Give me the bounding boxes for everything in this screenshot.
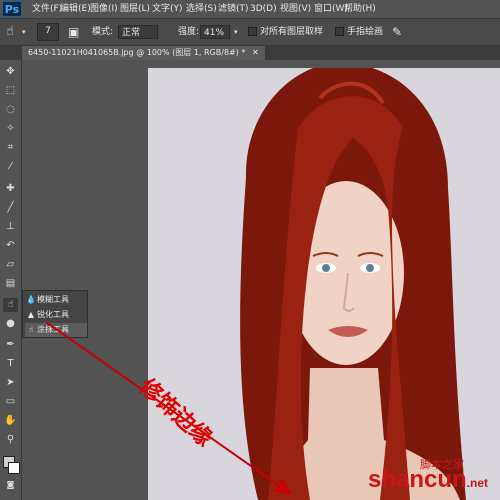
blur-tool-label: 模糊工具 xyxy=(37,295,69,304)
document-tab[interactable]: 6450-11021H041065B.jpg @ 100% (图层 1, RGB… xyxy=(22,46,265,60)
path-selection-tool-icon[interactable]: ➤ xyxy=(3,376,18,390)
healing-brush-tool-icon[interactable]: ✚ xyxy=(3,182,18,196)
zoom-tool-icon[interactable]: ⚲ xyxy=(3,433,18,447)
menu-select[interactable]: 选择(S) xyxy=(186,0,217,18)
menu-edit[interactable]: 编辑(E) xyxy=(60,0,91,18)
finger-painting-checkbox[interactable] xyxy=(335,27,344,36)
close-icon[interactable]: ✕ xyxy=(252,48,259,57)
sharpen-tool-label: 锐化工具 xyxy=(37,310,69,319)
sharpen-tool-menu-item[interactable]: ▲ 锐化工具 xyxy=(25,308,87,322)
eraser-tool-icon[interactable]: ▱ xyxy=(3,258,18,272)
smudge-tool-icon: ☝ xyxy=(28,325,34,334)
watermark-domain: .net xyxy=(466,476,489,490)
marquee-tool-icon[interactable]: ⬚ xyxy=(3,84,18,98)
history-brush-tool-icon[interactable]: ↶ xyxy=(3,239,18,253)
gradient-tool-icon[interactable]: ▤ xyxy=(3,277,18,291)
lasso-tool-icon[interactable]: ◌ xyxy=(3,103,18,117)
crop-tool-icon[interactable]: ⌗ xyxy=(3,141,18,155)
menu-filter[interactable]: 滤镜(T) xyxy=(218,0,249,18)
menu-view[interactable]: 视图(V) xyxy=(280,0,311,18)
smudge-tool-menu-item[interactable]: ☝ 涂抹工具 xyxy=(25,323,87,337)
smudge-tool-label: 涂抹工具 xyxy=(37,325,69,334)
menu-type[interactable]: 文字(Y) xyxy=(152,0,183,18)
shape-tool-icon[interactable]: ▭ xyxy=(3,395,18,409)
photoshop-logo: Ps xyxy=(2,1,22,17)
blur-tool-menu-item[interactable]: 💧模糊工具 xyxy=(25,293,87,307)
tool-flyout-menu: 💧模糊工具 ▲ 锐化工具 ☝ 涂抹工具 xyxy=(22,290,88,338)
strength-input[interactable]: 41% xyxy=(200,25,230,39)
canvas-area xyxy=(22,60,500,500)
pen-tool-icon[interactable]: ✒ xyxy=(3,338,18,352)
menu-window[interactable]: 窗口(W) xyxy=(314,0,348,18)
blur-tool-icon: 💧 xyxy=(26,295,36,304)
move-tool-icon[interactable]: ✥ xyxy=(3,65,18,79)
dodge-tool-icon[interactable]: ● xyxy=(3,317,18,331)
smudge-tool-icon[interactable]: ☝ xyxy=(6,19,14,45)
menu-3d[interactable]: 3D(D) xyxy=(250,0,277,18)
menu-file[interactable]: 文件(F) xyxy=(32,0,62,18)
finger-painting-label: 手指绘画 xyxy=(347,27,384,37)
brush-size-picker[interactable]: 7 xyxy=(37,23,59,41)
options-bar: ☝ ▾ 7 ▣ 模式: 正常 强度: 41% ▾ 对所有图层取样 手指绘画 ✎ xyxy=(0,19,500,46)
document-tab-title: 6450-11021H041065B.jpg @ 100% (图层 1, RGB… xyxy=(28,48,246,57)
type-tool-icon[interactable]: T xyxy=(3,357,18,371)
menu-bar: Ps 文件(F) 编辑(E) 图像(I) 图层(L) 文字(Y) 选择(S) 滤… xyxy=(0,0,500,19)
tools-panel: ✥ ⬚ ◌ ✧ ⌗ ⁄ ✚ ╱ ⊥ ↶ ▱ ▤ ☝ ● ✒ T ➤ ▭ ✋ ⚲ … xyxy=(0,60,22,500)
sample-all-layers-checkbox[interactable] xyxy=(248,27,257,36)
menu-help[interactable]: 帮助(H) xyxy=(344,0,376,18)
chevron-down-icon[interactable]: ▾ xyxy=(22,19,26,45)
magic-wand-tool-icon[interactable]: ✧ xyxy=(3,122,18,136)
document-tab-bar: 6450-11021H041065B.jpg @ 100% (图层 1, RGB… xyxy=(0,46,500,60)
pressure-icon[interactable]: ✎ xyxy=(392,19,402,45)
background-color-swatch[interactable] xyxy=(8,462,20,474)
watermark-main: shancun xyxy=(368,466,467,493)
sharpen-tool-icon: ▲ xyxy=(27,310,35,319)
sample-all-layers-label: 对所有图层取样 xyxy=(260,27,324,37)
strength-label: 强度: xyxy=(178,27,200,37)
menu-layer[interactable]: 图层(L) xyxy=(120,0,150,18)
brush-tool-icon[interactable]: ╱ xyxy=(3,201,18,215)
chevron-down-icon[interactable]: ▾ xyxy=(234,19,238,45)
watermark-text: shancun.net xyxy=(368,466,488,494)
mode-label: 模式: xyxy=(92,27,114,37)
smudge-tool-icon[interactable]: ☝ xyxy=(3,298,18,312)
watermark: 脚本之家 shancun.net xyxy=(360,458,498,494)
menu-image[interactable]: 图像(I) xyxy=(90,0,118,18)
hand-tool-icon[interactable]: ✋ xyxy=(3,414,18,428)
eyedropper-tool-icon[interactable]: ⁄ xyxy=(3,160,18,174)
quick-mask-icon[interactable]: ◙ xyxy=(3,478,18,492)
brush-panel-icon[interactable]: ▣ xyxy=(68,19,79,45)
mode-select[interactable]: 正常 xyxy=(118,25,158,39)
clone-stamp-tool-icon[interactable]: ⊥ xyxy=(3,220,18,234)
